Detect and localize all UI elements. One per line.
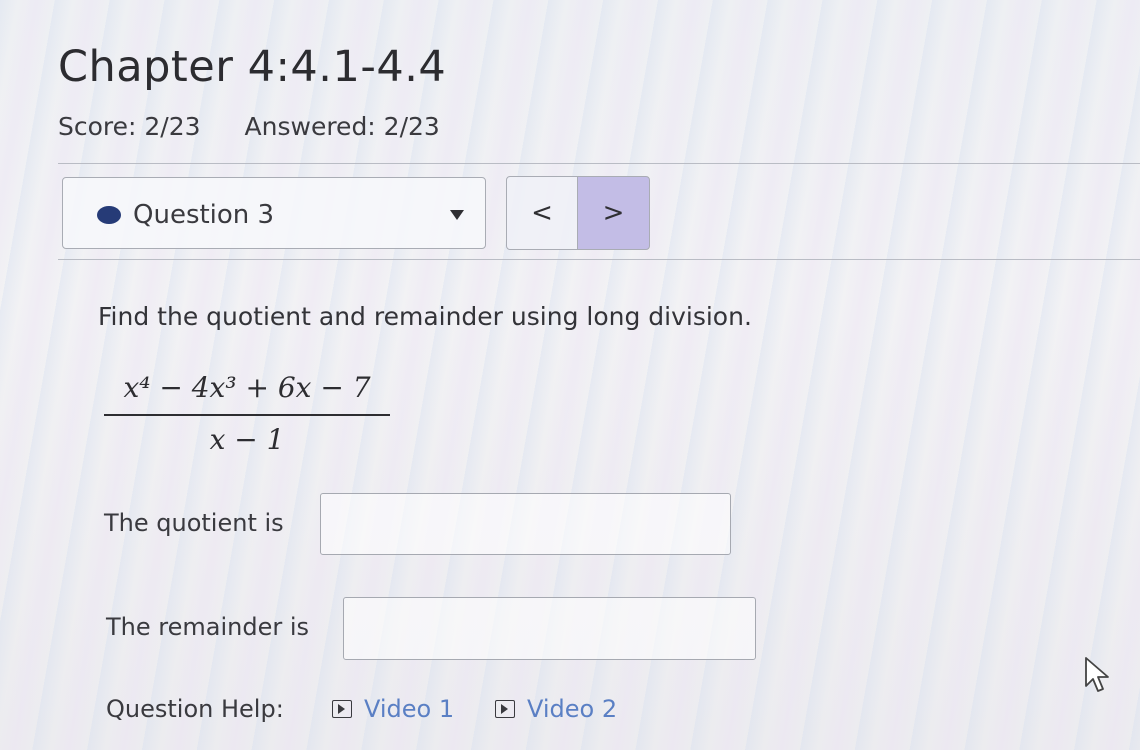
video-2-label: Video 2 [527, 695, 618, 723]
fraction-bar [104, 414, 390, 416]
video-2-link[interactable]: Video 2 [495, 695, 617, 723]
score-row: Score: 2/23 Answered: 2/23 [58, 112, 440, 141]
question-help-label: Question Help: [106, 695, 284, 723]
division-fraction: x⁴ − 4x³ + 6x − 7 x − 1 [104, 368, 390, 460]
question-select-label: Question 3 [133, 200, 275, 230]
next-question-button[interactable]: > [577, 176, 650, 250]
quotient-input[interactable] [320, 493, 731, 555]
answered-text: Answered: 2/23 [244, 112, 440, 141]
question-nav-buttons: < > [506, 176, 650, 250]
play-video-icon [332, 700, 352, 718]
question-status-dot-icon [97, 206, 121, 224]
play-video-icon [495, 700, 515, 718]
previous-question-button[interactable]: < [506, 176, 578, 250]
page-title: Chapter 4:4.1-4.4 [58, 42, 447, 92]
fraction-numerator: x⁴ − 4x³ + 6x − 7 [123, 371, 371, 404]
score-text: Score: 2/23 [58, 112, 201, 141]
video-1-label: Video 1 [364, 695, 455, 723]
divider-top [58, 163, 1140, 164]
quotient-label: The quotient is [104, 509, 284, 537]
question-select-dropdown[interactable]: Question 3 [62, 177, 486, 249]
divider-bottom [58, 259, 1140, 260]
mouse-pointer-icon [1085, 657, 1109, 692]
caret-down-icon [450, 210, 464, 220]
remainder-input[interactable] [343, 597, 756, 660]
remainder-label: The remainder is [106, 613, 310, 641]
video-1-link[interactable]: Video 1 [332, 695, 454, 723]
question-prompt: Find the quotient and remainder using lo… [98, 302, 752, 331]
fraction-denominator: x − 1 [209, 423, 285, 456]
